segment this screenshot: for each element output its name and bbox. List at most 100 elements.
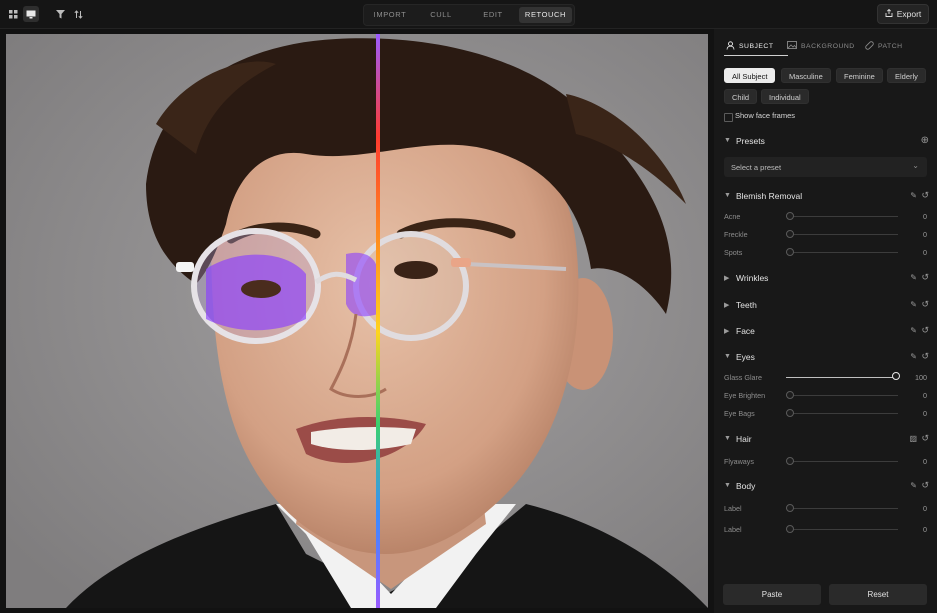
wrinkles-header[interactable]: ▶ Wrinkles ✎ ↺ [724,272,929,286]
tab-cull[interactable]: CULL [416,7,466,23]
export-button[interactable]: Export [877,4,929,24]
body-header[interactable]: ▼ Body ✎ ↺ [724,480,929,494]
slider-track[interactable] [786,461,898,462]
slider-label: Eye Brighten [724,391,766,400]
sort-icon[interactable] [70,6,86,22]
active-tab-indicator [724,55,788,56]
slider-handle[interactable] [786,248,794,256]
slider-track[interactable] [786,395,898,396]
slider-handle[interactable] [786,409,794,417]
show-face-frames-checkbox[interactable] [724,113,733,122]
chevron-down-icon: ▼ [724,482,731,489]
tab-import[interactable]: IMPORT [366,7,414,23]
chevron-right-icon: ▶ [724,302,730,309]
presets-header[interactable]: ▼ Presets ⊕ [724,135,929,149]
edit-icon[interactable]: ✎ [910,481,917,490]
face-title: Face [736,326,755,336]
slider-handle[interactable] [786,212,794,220]
chevron-down-icon: ▼ [724,353,731,360]
reset-icon[interactable]: ↺ [921,351,929,362]
slider-handle[interactable] [892,372,900,380]
slider-body-1[interactable]: Label 0 [724,503,927,515]
show-face-frames-label: Show face frames [735,111,796,120]
add-preset-icon[interactable]: ⊕ [921,135,929,146]
slider-track[interactable] [786,508,898,509]
edit-icon[interactable]: ✎ [910,273,917,282]
reset-icon[interactable]: ↺ [921,299,929,310]
hair-header[interactable]: ▼ Hair ▨ ↺ [724,433,929,447]
photo-canvas[interactable] [6,34,708,608]
slider-handle[interactable] [786,504,794,512]
slider-handle[interactable] [786,525,794,533]
bandage-icon [865,40,874,52]
blemish-removal-header[interactable]: ▼ Blemish Removal ✎ ↺ [724,190,929,204]
tab-subject[interactable]: SUBJECT [726,39,773,53]
slider-handle[interactable] [786,457,794,465]
reset-icon[interactable]: ↺ [921,325,929,336]
slider-value: 0 [923,504,927,513]
chip-elderly[interactable]: Elderly [887,68,926,83]
face-header[interactable]: ▶ Face ✎ ↺ [724,325,929,339]
preset-select[interactable]: Select a preset ⌄ [724,157,927,177]
slider-label: Acne [724,212,741,221]
eyes-header[interactable]: ▼ Eyes ✎ ↺ [724,351,929,365]
slider-label: Glass Glare [724,373,762,382]
slider-acne[interactable]: Acne 0 [724,211,927,223]
tab-patch[interactable]: PATCH [865,39,903,53]
edit-disabled-icon[interactable]: ▨ [909,434,917,443]
slider-label: Label [724,504,742,513]
slider-label: Freckle [724,230,748,239]
slider-handle[interactable] [786,230,794,238]
blemish-removal-title: Blemish Removal [736,191,803,201]
slider-glass-glare[interactable]: Glass Glare 100 [724,372,927,384]
slider-spots[interactable]: Spots 0 [724,247,927,259]
chip-individual[interactable]: Individual [761,89,809,104]
edit-icon[interactable]: ✎ [910,191,917,200]
tab-retouch[interactable]: RETOUCH [519,7,572,23]
tab-edit[interactable]: EDIT [468,7,518,23]
reset-button[interactable]: Reset [829,584,927,605]
slider-handle[interactable] [786,391,794,399]
mode-switcher: IMPORT CULL EDIT RETOUCH [363,4,575,26]
paste-button[interactable]: Paste [723,584,821,605]
slider-track[interactable] [786,252,898,253]
slider-label: Label [724,525,742,534]
tab-background[interactable]: BACKGROUND [787,39,855,53]
reset-icon[interactable]: ↺ [921,190,929,201]
chip-all-subject[interactable]: All Subject [724,68,776,83]
edit-icon[interactable]: ✎ [910,352,917,361]
slider-track[interactable] [786,529,898,530]
slider-track[interactable] [786,216,898,217]
reset-icon[interactable]: ↺ [921,480,929,491]
monitor-icon[interactable] [23,6,39,22]
preset-select-value: Select a preset [731,163,782,172]
filter-icon[interactable] [52,6,68,22]
slider-eye-bags[interactable]: Eye Bags 0 [724,408,927,420]
reset-icon[interactable]: ↺ [921,272,929,283]
presets-title: Presets [736,136,765,146]
slider-label: Eye Bags [724,409,755,418]
body-title: Body [736,481,756,491]
hair-title: Hair [736,434,752,444]
edit-icon[interactable]: ✎ [910,326,917,335]
slider-track[interactable] [786,413,898,414]
eyes-title: Eyes [736,352,755,362]
slider-label: Spots [724,248,743,257]
slider-track[interactable] [786,234,898,235]
chevron-right-icon: ▶ [724,275,730,282]
image-icon [787,41,797,51]
export-label: Export [896,9,922,19]
teeth-header[interactable]: ▶ Teeth ✎ ↺ [724,299,929,313]
slider-freckle[interactable]: Freckle 0 [724,229,927,241]
chip-feminine[interactable]: Feminine [836,68,883,83]
slider-body-2[interactable]: Label 0 [724,524,927,536]
slider-eye-brighten[interactable]: Eye Brighten 0 [724,390,927,402]
slider-flyaways[interactable]: Flyaways 0 [724,456,927,468]
teeth-title: Teeth [736,300,757,310]
chip-child[interactable]: Child [724,89,758,104]
chip-masculine[interactable]: Masculine [781,68,831,83]
reset-icon[interactable]: ↺ [921,433,929,444]
chevron-down-icon: ▼ [724,137,731,144]
grid-icon[interactable] [5,6,21,22]
edit-icon[interactable]: ✎ [910,300,917,309]
